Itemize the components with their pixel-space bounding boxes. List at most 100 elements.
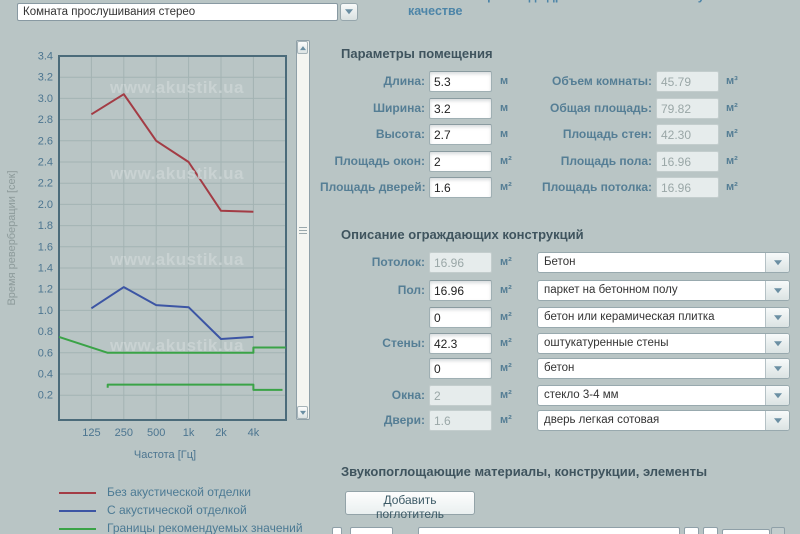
y-axis-label: Время реверберации [сек] [6, 128, 18, 348]
chevron-down-icon [774, 315, 782, 324]
reverberation-chart: 3.43.23.02.82.62.42.22.01.81.61.41.21.00… [0, 0, 330, 470]
doors-material-value: дверь легкая сотовая [538, 411, 765, 430]
x-tick-label: 500 [147, 427, 165, 439]
length-label: Длина: [320, 71, 425, 92]
room-volume-unit: м³ [726, 71, 738, 92]
windows-area-unit: м² [500, 385, 512, 406]
walls-area-unit: м² [726, 124, 738, 145]
chart-scrollbar[interactable] [296, 40, 310, 420]
add-absorber-button[interactable]: Добавить поглотитель [345, 491, 475, 515]
floor-material-select[interactable]: паркет на бетонном полу [537, 280, 790, 301]
doors-material-dropdown-button[interactable] [765, 411, 789, 430]
floor-label: Пол: [320, 280, 425, 301]
room-volume-input [656, 71, 719, 92]
doors-area-input[interactable] [429, 177, 492, 198]
walls-material-value: оштукатуренные стены [538, 334, 765, 353]
length-unit: м [500, 71, 508, 92]
chart-series-3 [108, 385, 283, 390]
floor-area-input [656, 151, 719, 172]
walls-material-dropdown-button[interactable] [765, 334, 789, 353]
legend-item: Границы рекомендуемых значений [59, 521, 339, 534]
y-tick-label: 1.4 [38, 263, 53, 275]
absorber-row-partial-input2[interactable] [684, 527, 699, 534]
y-tick-label: 1.2 [38, 284, 53, 296]
y-tick-label: 3.4 [38, 51, 53, 63]
room-volume-label: Объем комнаты: [530, 71, 652, 92]
absorber-row-partial-dropdown[interactable] [418, 527, 680, 534]
legend-item-label: Без акустической отделки [107, 485, 251, 499]
ceiling-label: Потолок: [320, 252, 425, 273]
chevron-down-icon [774, 366, 782, 375]
ceiling-area-label: Площадь потолка: [530, 177, 652, 198]
ceiling-area-input [656, 177, 719, 198]
length-input[interactable] [429, 71, 492, 92]
ceiling-material-dropdown-button[interactable] [765, 253, 789, 272]
floor-area-unit: м² [500, 280, 512, 301]
ceiling-material-select[interactable]: Бетон [537, 252, 790, 273]
floor-area-unit: м² [726, 151, 738, 172]
walls-material-select[interactable]: оштукатуренные стены [537, 333, 790, 354]
y-tick-label: 2.2 [38, 178, 53, 190]
doors-label: Двери: [320, 410, 425, 431]
hint-message: Внимание! При вводе дробных чисел исполь… [408, 0, 793, 19]
floor-material-dropdown-button[interactable] [765, 281, 789, 300]
legend-line-swatch [59, 492, 96, 494]
legend-item: Без акустической отделки [59, 485, 339, 501]
x-tick-label: 1k [183, 427, 195, 439]
y-tick-label: 2.0 [38, 199, 53, 211]
walls-extra-material-dropdown-button[interactable] [765, 359, 789, 378]
absorber-row-partial-input3[interactable] [703, 527, 718, 534]
legend-item-label: Границы рекомендуемых значений [107, 521, 303, 534]
y-tick-label: 2.4 [38, 157, 53, 169]
total-area-unit: м² [726, 98, 738, 119]
walls-label: Стены: [320, 333, 425, 354]
y-tick-label: 0.4 [38, 369, 53, 381]
windows-material-select[interactable]: стекло 3-4 мм [537, 385, 790, 406]
x-tick-label: 4k [248, 427, 260, 439]
ceiling-area-input [429, 252, 492, 273]
scrollbar-thumb-grip[interactable] [299, 230, 307, 231]
legend-line-swatch [59, 528, 96, 530]
floor-extra-area-input[interactable] [429, 307, 492, 328]
floor-extra-material-dropdown-button[interactable] [765, 308, 789, 327]
y-tick-label: 2.6 [38, 135, 53, 147]
width-label: Ширина: [320, 98, 425, 119]
y-tick-label: 0.2 [38, 390, 53, 402]
walls-area-input[interactable] [429, 333, 492, 354]
windows-material-dropdown-button[interactable] [765, 386, 789, 405]
doors-area-unit: м² [500, 177, 512, 198]
scroll-down-button[interactable] [297, 406, 308, 419]
legend-line-swatch [59, 510, 96, 512]
walls-extra-material-select[interactable]: бетон [537, 358, 790, 379]
section-title-constructions: Описание ограждающих конструкций [341, 227, 584, 242]
scroll-up-button[interactable] [297, 41, 308, 54]
floor-area-input[interactable] [429, 280, 492, 301]
ceiling-area-unit: м² [500, 252, 512, 273]
ceiling-material-value: Бетон [538, 253, 765, 272]
absorber-list-scrollbar-partial[interactable] [771, 527, 785, 534]
windows-area-label: Площадь окон: [320, 151, 425, 172]
floor-material-value: паркет на бетонном полу [538, 281, 765, 300]
walls-extra-area-input[interactable] [429, 358, 492, 379]
absorber-row-partial-button[interactable] [722, 529, 770, 534]
chart-series-2 [59, 337, 286, 353]
doors-material-select[interactable]: дверь легкая сотовая [537, 410, 790, 431]
chevron-down-icon [774, 260, 782, 269]
windows-area-input[interactable] [429, 151, 492, 172]
windows-area-unit: м² [500, 151, 512, 172]
absorber-row-partial-box[interactable] [332, 527, 342, 534]
walls-extra-material-value: бетон [538, 359, 765, 378]
room-type-dropdown-button[interactable] [340, 3, 358, 21]
walls-area-label: Площадь стен: [530, 124, 652, 145]
legend-item: С акустической отделкой [59, 503, 339, 519]
windows-material-value: стекло 3-4 мм [538, 386, 765, 405]
height-input[interactable] [429, 124, 492, 145]
floor-extra-material-select[interactable]: бетон или керамическая плитка [537, 307, 790, 328]
y-tick-label: 1.8 [38, 220, 53, 232]
chevron-down-icon [774, 341, 782, 350]
width-input[interactable] [429, 98, 492, 119]
ceiling-area-unit: м² [726, 177, 738, 198]
x-axis-label: Частота [Гц] [134, 449, 196, 461]
chart-series-0 [91, 94, 253, 212]
absorber-row-partial-input[interactable] [350, 527, 393, 534]
